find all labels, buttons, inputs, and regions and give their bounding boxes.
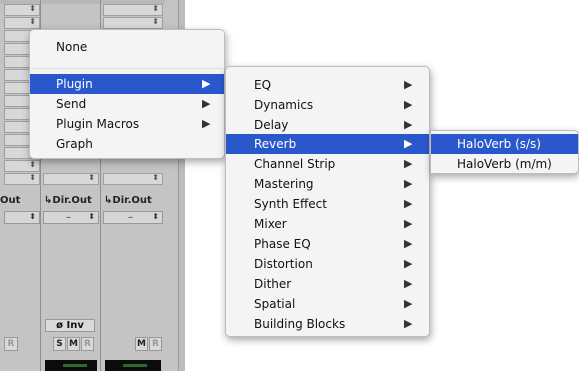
insert-popup-menu: None Plugin ▶ Send ▶ Plugin Macros ▶ Gra… [29,29,225,159]
reverb-plugin-submenu: HaloVerb (s/s) HaloVerb (m/m) [430,130,579,174]
output-selector[interactable]: – ⬍ [103,211,163,224]
insert-slot[interactable]: ⬍ [103,173,163,185]
menu-item-channel-strip[interactable]: Channel Strip ▶ [226,154,429,174]
submenu-arrow-icon: ▶ [404,317,413,330]
slot-arrows-icon: ⬍ [152,212,159,221]
submenu-arrow-icon: ▶ [404,137,413,150]
submenu-arrow-icon: ▶ [404,78,413,91]
menu-item-mastering[interactable]: Mastering ▶ [226,174,429,194]
menu-item-haloverb-mono[interactable]: HaloVerb (m/m) [431,154,578,174]
record-button[interactable]: R [4,337,18,351]
slot-arrows-icon: ⬍ [29,17,36,26]
solo-button[interactable]: S [53,337,66,351]
submenu-arrow-icon: ▶ [404,257,413,270]
submenu-arrow-icon: ▶ [404,98,413,111]
submenu-arrow-icon: ▶ [404,217,413,230]
submenu-arrow-icon: ▶ [404,297,413,310]
menu-item-haloverb-stereo[interactable]: HaloVerb (s/s) [431,134,578,154]
output-label: ↳Dir.Out [44,195,92,206]
submenu-arrow-icon: ▶ [404,118,413,131]
mute-button[interactable]: M [135,337,148,351]
menu-item-synth-effect[interactable]: Synth Effect ▶ [226,194,429,214]
plugin-category-submenu: EQ ▶ Dynamics ▶ Delay ▶ Reverb ▶ Channel Str… [225,66,430,337]
submenu-arrow-icon: ▶ [202,97,211,110]
submenu-arrow-icon: ▶ [202,117,211,130]
mute-button[interactable]: M [67,337,80,351]
submenu-arrow-icon: ▶ [404,277,413,290]
menu-item-dynamics[interactable]: Dynamics ▶ [226,95,429,115]
slot-arrows-icon: ⬍ [29,173,36,182]
menu-separator [31,68,223,69]
strip-buttons: R [4,337,18,351]
menu-item-dither[interactable]: Dither ▶ [226,274,429,294]
record-button[interactable]: R [81,337,94,351]
strip-buttons: S M R [53,337,94,351]
output-label: ↳Dir.Out [104,195,152,206]
level-meter [45,360,97,371]
slot-arrows-icon: ⬍ [88,212,95,221]
menu-item-plugin-macros[interactable]: Plugin Macros ▶ [30,114,224,134]
output-selector[interactable]: ⬍ [4,211,40,224]
menu-item-phase-eq[interactable]: Phase EQ ▶ [226,234,429,254]
slot-arrows-icon: ⬍ [88,173,95,182]
menu-item-reverb[interactable]: Reverb ▶ [226,134,429,154]
slot-arrows-icon: ⬍ [29,4,36,13]
strip-buttons: M R [135,337,162,351]
submenu-arrow-icon: ▶ [404,197,413,210]
menu-item-mixer[interactable]: Mixer ▶ [226,214,429,234]
menu-item-none[interactable]: None [30,37,224,57]
menu-item-plugin[interactable]: Plugin ▶ [30,74,224,94]
slot-arrows-icon: ⬍ [29,160,36,169]
record-button[interactable]: R [149,337,162,351]
slot-arrows-icon: ⬍ [29,212,36,221]
insert-slot[interactable]: ⬍ [103,17,163,29]
level-meter [105,360,161,371]
slot-arrows-icon: ⬍ [152,173,159,182]
menu-item-delay[interactable]: Delay ▶ [226,115,429,135]
menu-item-distortion[interactable]: Distortion ▶ [226,254,429,274]
phase-invert-button[interactable]: ø Inv [45,319,95,332]
menu-item-spatial[interactable]: Spatial ▶ [226,294,429,314]
output-label: Out [0,195,21,206]
insert-slot[interactable]: ⬍ [43,173,99,185]
menu-item-send[interactable]: Send ▶ [30,94,224,114]
insert-slot[interactable]: ⬍ [4,160,40,172]
submenu-arrow-icon: ▶ [202,77,211,90]
submenu-arrow-icon: ▶ [404,157,413,170]
submenu-arrow-icon: ▶ [404,177,413,190]
menu-item-graph[interactable]: Graph [30,134,224,154]
output-selector[interactable]: – ⬍ [43,211,99,224]
submenu-arrow-icon: ▶ [404,237,413,250]
insert-slot[interactable]: ⬍ [4,17,40,29]
menu-item-building-blocks[interactable]: Building Blocks ▶ [226,314,429,334]
slot-arrows-icon: ⬍ [152,17,159,26]
slot-arrows-icon: ⬍ [152,4,159,13]
insert-slot[interactable]: ⬍ [103,4,163,16]
insert-slot[interactable]: ⬍ [4,4,40,16]
menu-item-eq[interactable]: EQ ▶ [226,75,429,95]
insert-slot[interactable]: ⬍ [4,173,40,185]
